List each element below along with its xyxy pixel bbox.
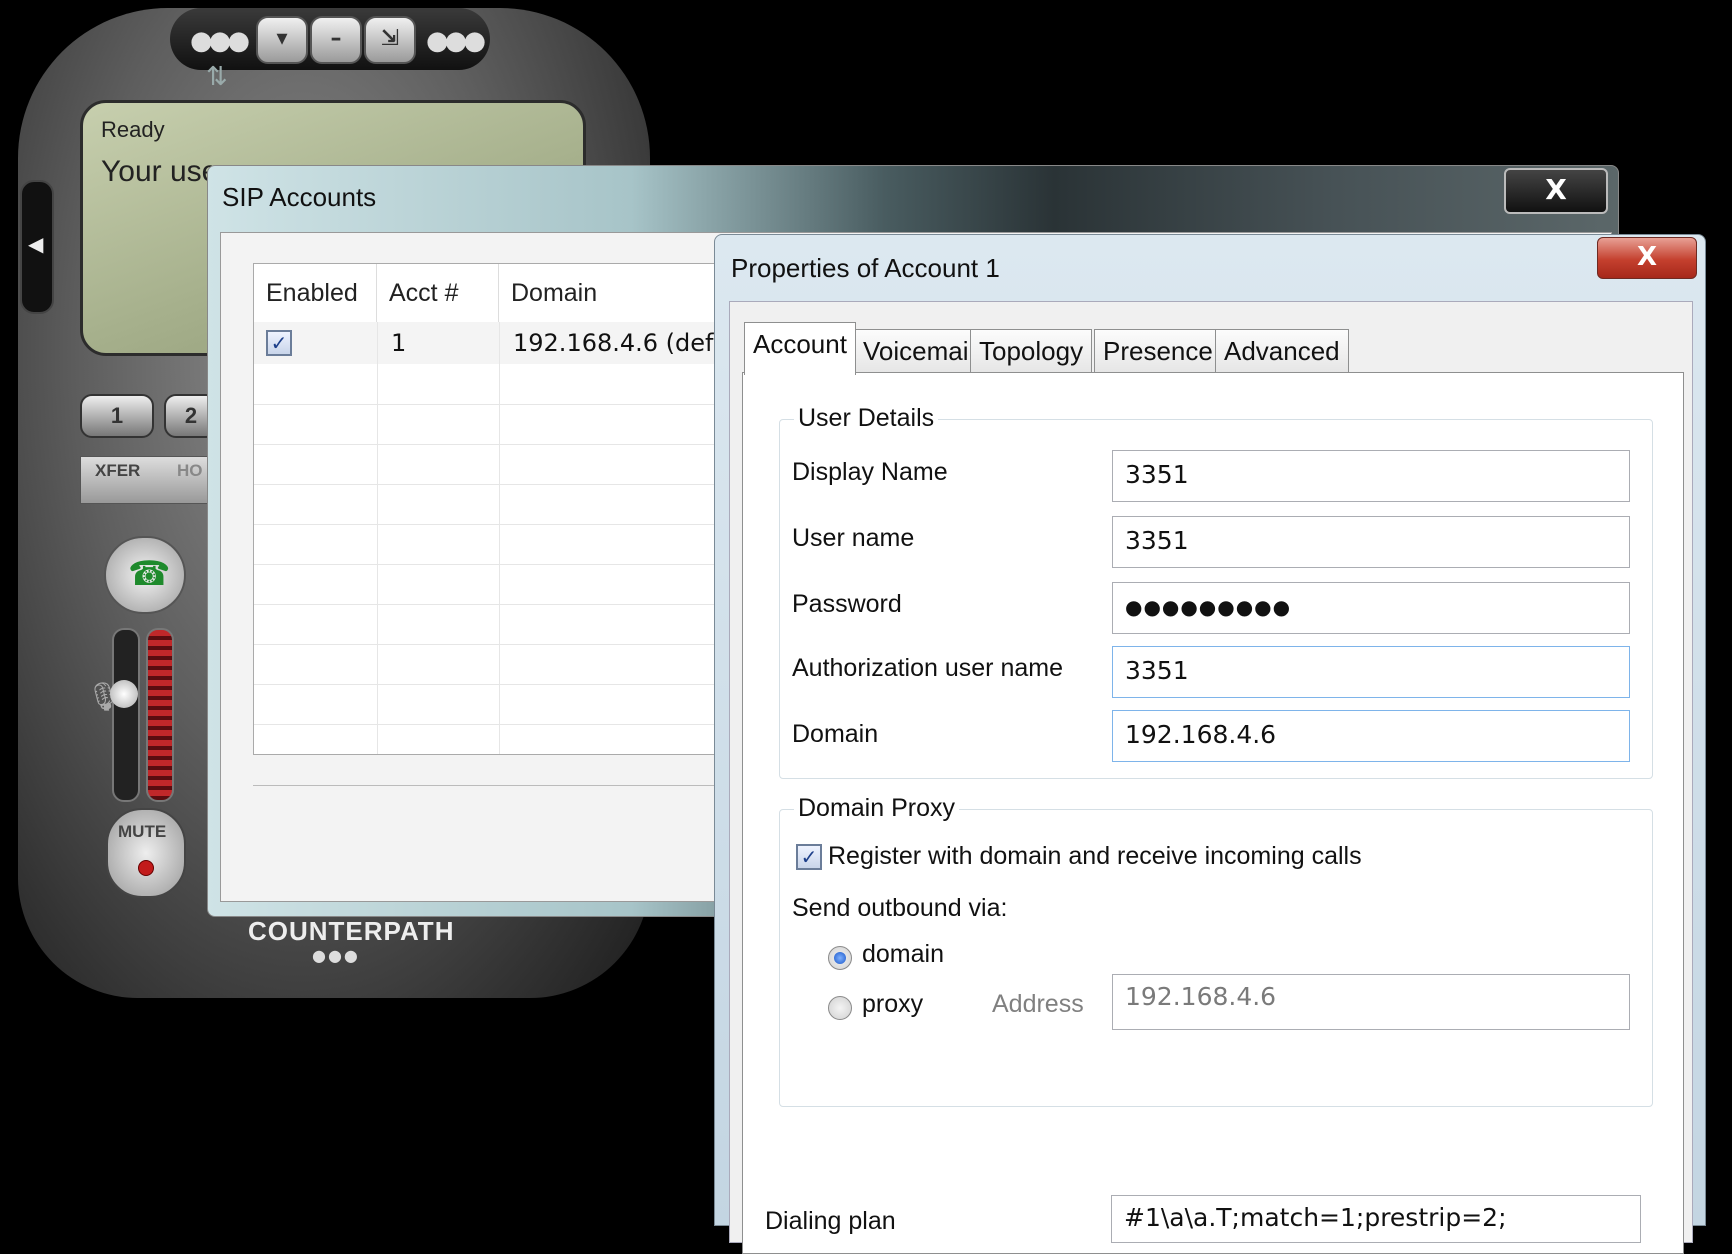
row-divider bbox=[254, 644, 754, 645]
properties-close-button[interactable]: X bbox=[1597, 237, 1697, 279]
row-divider bbox=[254, 604, 754, 605]
row-divider bbox=[254, 404, 754, 405]
send-outbound-label: Send outbound via: bbox=[792, 894, 1008, 922]
domain-field[interactable]: 192.168.4.6 bbox=[1112, 710, 1630, 762]
register-label[interactable]: Register with domain and receive incomin… bbox=[828, 842, 1362, 871]
row-divider bbox=[254, 444, 754, 445]
auth-user-name-field[interactable]: 3351 bbox=[1112, 646, 1630, 698]
left-arrow-icon: ◀ bbox=[28, 232, 44, 256]
table-row[interactable]: ✓ 1 192.168.4.6 (defau bbox=[254, 322, 754, 364]
phone-handset-icon: ☎ bbox=[128, 554, 171, 594]
softphone-top-bar: ●●● ▾ – ⇲ ●●● bbox=[170, 8, 490, 70]
password-label: Password bbox=[792, 590, 902, 618]
call-button[interactable]: ☎ bbox=[104, 536, 186, 614]
tab-topology[interactable]: Topology bbox=[970, 329, 1093, 372]
row-divider bbox=[254, 564, 754, 565]
line-1-button[interactable]: 1 bbox=[80, 394, 154, 438]
domain-radio[interactable] bbox=[828, 946, 852, 970]
minimize-button[interactable]: – bbox=[310, 16, 362, 64]
sip-accounts-title: SIP Accounts bbox=[222, 182, 377, 212]
proxy-radio[interactable] bbox=[828, 996, 852, 1020]
logo-dots-icon: ●●● bbox=[312, 946, 360, 965]
domain-proxy-label: Domain Proxy bbox=[794, 794, 959, 823]
properties-title: Properties of Account 1 bbox=[731, 253, 1000, 283]
display-name-field[interactable]: 3351 bbox=[1112, 450, 1630, 502]
top-dots-left-icon: ●●● bbox=[190, 26, 250, 56]
xfer-hold-bar: XFER HO bbox=[80, 456, 212, 504]
properties-body: Account Voicemail Topology Presence Adva… bbox=[729, 301, 1693, 1254]
line-2-label: 2 bbox=[184, 403, 198, 428]
column-divider bbox=[377, 322, 378, 754]
row-divider bbox=[254, 684, 754, 685]
mic-slider-thumb[interactable] bbox=[110, 680, 138, 708]
side-expand-button[interactable]: ◀ bbox=[20, 180, 54, 314]
column-header-enabled[interactable]: Enabled bbox=[254, 264, 377, 322]
account-tab-panel: User Details Display Name 3351 User name… bbox=[742, 372, 1684, 1254]
dialing-plan-field[interactable]: #1\a\a.T;match=1;prestrip=2; bbox=[1111, 1195, 1641, 1243]
mute-label: MUTE bbox=[118, 822, 167, 841]
display-name-label: Display Name bbox=[792, 458, 948, 486]
auth-user-name-label: Authorization user name bbox=[792, 654, 1063, 682]
dialing-plan-label: Dialing plan bbox=[765, 1207, 896, 1235]
domain-cell: 192.168.4.6 (defau bbox=[513, 329, 744, 357]
counterpath-logo: COUNTERPATH bbox=[248, 916, 455, 946]
xfer-button[interactable]: XFER bbox=[95, 461, 140, 481]
menu-dropdown-button[interactable]: ▾ bbox=[256, 16, 308, 64]
mute-button[interactable]: MUTE bbox=[106, 808, 186, 898]
tab-presence[interactable]: Presence bbox=[1094, 329, 1222, 372]
user-name-label: User name bbox=[792, 524, 915, 552]
user-name-field[interactable]: 3351 bbox=[1112, 516, 1630, 568]
compact-view-button[interactable]: ⇲ bbox=[364, 16, 416, 64]
row-divider bbox=[254, 524, 754, 525]
user-number-text: Your use bbox=[101, 155, 219, 188]
register-checkbox[interactable]: ✓ bbox=[796, 844, 822, 870]
proxy-radio-label[interactable]: proxy bbox=[862, 990, 923, 1019]
row-divider bbox=[254, 484, 754, 485]
domain-proxy-group: Domain Proxy ✓ Register with domain and … bbox=[779, 794, 1653, 1107]
network-icon: ⇅ bbox=[206, 62, 228, 92]
column-divider bbox=[499, 322, 500, 754]
row-divider bbox=[254, 724, 754, 725]
sip-accounts-close-button[interactable]: X bbox=[1504, 168, 1608, 214]
tab-advanced[interactable]: Advanced bbox=[1215, 329, 1349, 372]
mute-indicator-icon bbox=[138, 860, 154, 876]
user-details-group: User Details Display Name 3351 User name… bbox=[779, 404, 1653, 779]
mic-level-meter bbox=[146, 628, 174, 802]
user-details-label: User Details bbox=[794, 404, 939, 433]
acct-number-cell: 1 bbox=[391, 329, 407, 357]
accounts-list[interactable]: Enabled Acct # Domain ✓ 1 192.168.4.6 (d… bbox=[253, 263, 755, 755]
tab-voicemail[interactable]: Voicemail bbox=[854, 329, 984, 372]
password-field[interactable]: ●●●●●●●●● bbox=[1112, 582, 1630, 634]
enabled-checkbox[interactable]: ✓ bbox=[266, 330, 292, 356]
top-dots-right-icon: ●●● bbox=[426, 26, 486, 56]
domain-radio-label[interactable]: domain bbox=[862, 940, 944, 969]
column-header-acct[interactable]: Acct # bbox=[377, 264, 499, 322]
status-text: Ready bbox=[101, 117, 165, 142]
tab-account[interactable]: Account bbox=[744, 322, 856, 375]
mic-volume-slider[interactable] bbox=[110, 628, 140, 802]
address-label: Address bbox=[992, 990, 1084, 1018]
account-properties-dialog: Properties of Account 1 X Account Voicem… bbox=[714, 234, 1706, 1254]
line-1-label: 1 bbox=[110, 403, 124, 428]
address-field[interactable]: 192.168.4.6 bbox=[1112, 974, 1630, 1030]
hold-button[interactable]: HO bbox=[177, 461, 203, 481]
domain-label: Domain bbox=[792, 720, 879, 748]
